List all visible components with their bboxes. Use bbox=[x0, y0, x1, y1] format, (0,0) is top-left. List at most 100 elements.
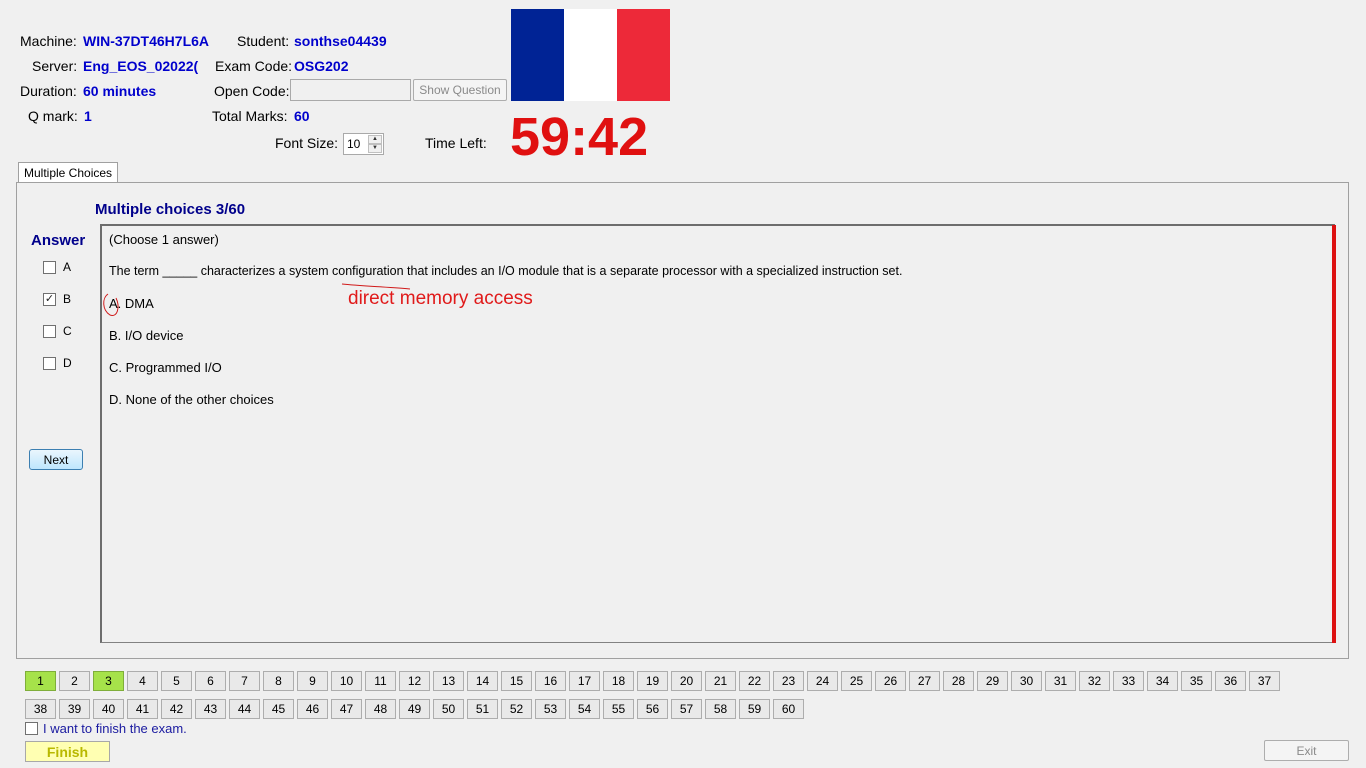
time-left-label: Time Left: bbox=[425, 135, 487, 151]
question-nav-button-55[interactable]: 55 bbox=[603, 699, 634, 719]
question-nav-button-52[interactable]: 52 bbox=[501, 699, 532, 719]
question-nav-button-35[interactable]: 35 bbox=[1181, 671, 1212, 691]
question-nav-button-41[interactable]: 41 bbox=[127, 699, 158, 719]
duration-value: 60 minutes bbox=[83, 83, 157, 99]
question-nav-button-2[interactable]: 2 bbox=[59, 671, 90, 691]
question-nav-button-39[interactable]: 39 bbox=[59, 699, 90, 719]
question-nav-button-14[interactable]: 14 bbox=[467, 671, 498, 691]
answer-title: Answer bbox=[31, 232, 86, 249]
checkbox-c[interactable] bbox=[43, 324, 56, 338]
answer-option-b[interactable]: ✓ B bbox=[43, 292, 71, 306]
open-code-input[interactable] bbox=[290, 79, 411, 101]
question-instruction: (Choose 1 answer) bbox=[109, 232, 219, 247]
question-nav-button-13[interactable]: 13 bbox=[433, 671, 464, 691]
answer-label-c: C bbox=[63, 324, 72, 338]
question-nav-button-31[interactable]: 31 bbox=[1045, 671, 1076, 691]
question-nav-button-56[interactable]: 56 bbox=[637, 699, 668, 719]
checkbox-a[interactable] bbox=[43, 260, 56, 274]
question-nav-button-22[interactable]: 22 bbox=[739, 671, 770, 691]
section-title: Multiple choices 3/60 bbox=[95, 201, 246, 218]
question-nav-button-5[interactable]: 5 bbox=[161, 671, 192, 691]
question-nav-button-7[interactable]: 7 bbox=[229, 671, 260, 691]
question-nav-button-46[interactable]: 46 bbox=[297, 699, 328, 719]
french-flag-icon bbox=[511, 9, 670, 101]
question-nav-button-25[interactable]: 25 bbox=[841, 671, 872, 691]
question-nav-button-32[interactable]: 32 bbox=[1079, 671, 1110, 691]
question-nav-button-23[interactable]: 23 bbox=[773, 671, 804, 691]
red-margin-bar bbox=[1332, 225, 1336, 643]
question-nav-button-24[interactable]: 24 bbox=[807, 671, 838, 691]
checkbox-d[interactable] bbox=[43, 356, 56, 370]
question-nav-button-50[interactable]: 50 bbox=[433, 699, 464, 719]
stepper-up-icon[interactable]: ▲ bbox=[368, 135, 382, 144]
question-nav-button-36[interactable]: 36 bbox=[1215, 671, 1246, 691]
question-nav-button-19[interactable]: 19 bbox=[637, 671, 668, 691]
question-nav-button-37[interactable]: 37 bbox=[1249, 671, 1280, 691]
question-nav-button-4[interactable]: 4 bbox=[127, 671, 158, 691]
option-b: B. I/O device bbox=[109, 328, 183, 343]
question-nav-button-34[interactable]: 34 bbox=[1147, 671, 1178, 691]
question-nav-button-28[interactable]: 28 bbox=[943, 671, 974, 691]
finish-checkbox[interactable] bbox=[25, 722, 38, 735]
question-nav-button-44[interactable]: 44 bbox=[229, 699, 260, 719]
qmark-label: Q mark: bbox=[28, 108, 78, 124]
question-nav-button-8[interactable]: 8 bbox=[263, 671, 294, 691]
question-nav-button-60[interactable]: 60 bbox=[773, 699, 804, 719]
tab-multiple-choices[interactable]: Multiple Choices bbox=[18, 162, 119, 183]
option-d-text: None of the other choices bbox=[125, 392, 274, 407]
question-nav-button-47[interactable]: 47 bbox=[331, 699, 362, 719]
question-nav-button-10[interactable]: 10 bbox=[331, 671, 362, 691]
answer-option-a[interactable]: A bbox=[43, 260, 71, 274]
student-value: sonthse04439 bbox=[294, 33, 387, 49]
question-nav-button-29[interactable]: 29 bbox=[977, 671, 1008, 691]
exam-code-value: OSG202 bbox=[294, 58, 349, 74]
show-question-button[interactable]: Show Question bbox=[413, 79, 507, 101]
question-nav-button-40[interactable]: 40 bbox=[93, 699, 124, 719]
question-nav-button-26[interactable]: 26 bbox=[875, 671, 906, 691]
answer-option-d[interactable]: D bbox=[43, 356, 72, 370]
question-nav-button-30[interactable]: 30 bbox=[1011, 671, 1042, 691]
font-size-stepper[interactable]: 10 ▲ ▼ bbox=[343, 133, 384, 155]
question-nav-button-33[interactable]: 33 bbox=[1113, 671, 1144, 691]
question-nav-button-16[interactable]: 16 bbox=[535, 671, 566, 691]
question-nav-button-59[interactable]: 59 bbox=[739, 699, 770, 719]
question-nav-button-3[interactable]: 3 bbox=[93, 671, 124, 691]
question-nav-button-54[interactable]: 54 bbox=[569, 699, 600, 719]
question-nav-button-21[interactable]: 21 bbox=[705, 671, 736, 691]
question-nav-button-17[interactable]: 17 bbox=[569, 671, 600, 691]
question-nav-button-49[interactable]: 49 bbox=[399, 699, 430, 719]
question-nav-button-27[interactable]: 27 bbox=[909, 671, 940, 691]
question-nav-button-9[interactable]: 9 bbox=[297, 671, 328, 691]
question-nav-button-45[interactable]: 45 bbox=[263, 699, 294, 719]
answer-option-c[interactable]: C bbox=[43, 324, 72, 338]
handwritten-annotation: direct memory access bbox=[348, 288, 533, 309]
stepper-down-icon[interactable]: ▼ bbox=[368, 144, 382, 153]
exit-button[interactable]: Exit bbox=[1264, 740, 1349, 761]
question-nav-row-1: 1 2 3 4 5 6 7 8 9 10 11 12 13 14 15 16 17 18 19 20 21 22 23 24 2… bbox=[25, 671, 1280, 691]
question-nav-button-53[interactable]: 53 bbox=[535, 699, 566, 719]
question-nav-button-6[interactable]: 6 bbox=[195, 671, 226, 691]
question-nav-button-43[interactable]: 43 bbox=[195, 699, 226, 719]
next-button[interactable]: Next bbox=[29, 449, 83, 470]
question-nav-button-58[interactable]: 58 bbox=[705, 699, 736, 719]
question-nav-button-42[interactable]: 42 bbox=[161, 699, 192, 719]
font-size-label: Font Size: bbox=[275, 135, 339, 151]
question-nav-button-48[interactable]: 48 bbox=[365, 699, 396, 719]
finish-button[interactable]: Finish bbox=[25, 741, 110, 762]
server-label: Server: bbox=[32, 58, 78, 74]
question-nav-button-51[interactable]: 51 bbox=[467, 699, 498, 719]
question-nav-button-57[interactable]: 57 bbox=[671, 699, 702, 719]
machine-label: Machine: bbox=[20, 33, 77, 49]
question-nav-button-38[interactable]: 38 bbox=[25, 699, 56, 719]
question-nav-row-2: 38 39 40 41 42 43 44 45 46 47 48 49 50 51 52 53 54 55 56 57… bbox=[25, 699, 804, 719]
option-b-letter: B. bbox=[109, 328, 122, 343]
question-nav-button-18[interactable]: 18 bbox=[603, 671, 634, 691]
option-b-text: I/O device bbox=[124, 328, 184, 343]
question-nav-button-1[interactable]: 1 bbox=[25, 671, 56, 691]
exam-code-label: Exam Code: bbox=[215, 58, 293, 74]
question-nav-button-15[interactable]: 15 bbox=[501, 671, 532, 691]
checkbox-b[interactable]: ✓ bbox=[43, 292, 56, 306]
question-nav-button-12[interactable]: 12 bbox=[399, 671, 430, 691]
question-nav-button-11[interactable]: 11 bbox=[365, 671, 396, 691]
question-nav-button-20[interactable]: 20 bbox=[671, 671, 702, 691]
